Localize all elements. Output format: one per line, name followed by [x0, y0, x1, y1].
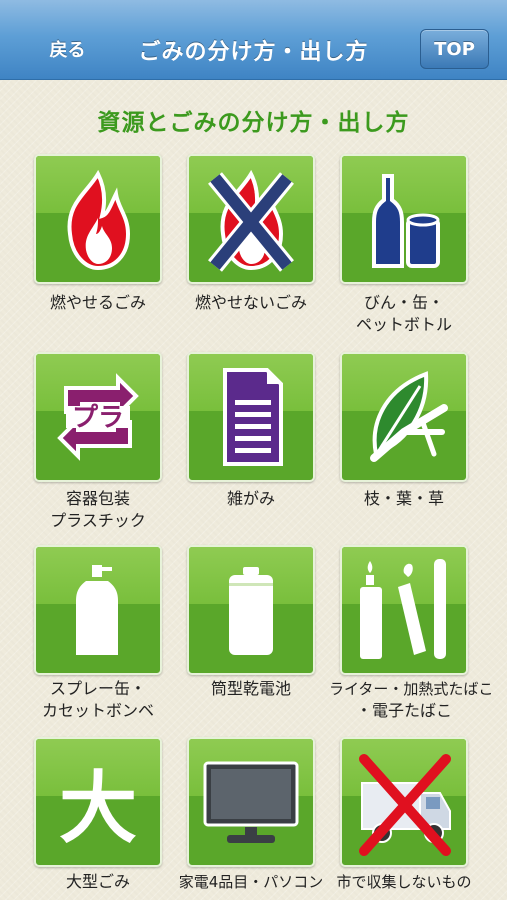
- category-bottles-cans[interactable]: [340, 154, 468, 284]
- category-label-line: 容器包装: [65, 489, 130, 508]
- category-label-line: ライター・加熱式たばこ: [329, 680, 494, 698]
- category-label-line: 大型ごみ: [65, 872, 130, 891]
- section-heading: 資源とごみの分け方・出し方: [97, 110, 410, 136]
- category-label-line: 家電4品目・パソコン: [178, 873, 324, 891]
- category-label: びん・缶・ ペットボトル: [329, 292, 479, 336]
- top-button[interactable]: TOP: [420, 29, 489, 69]
- category-branches-leaves[interactable]: [340, 352, 468, 482]
- category-label: 市で収集しないもの: [329, 871, 479, 893]
- category-label-line: 燃やせるごみ: [49, 293, 146, 312]
- large-waste-icon: 大: [59, 764, 137, 854]
- category-label-line: 雑がみ: [226, 489, 275, 508]
- category-label-line: 市で収集しないもの: [336, 873, 472, 891]
- crossed-truck-icon: [359, 754, 451, 856]
- category-spray-cans[interactable]: [34, 545, 162, 675]
- battery-icon: [229, 567, 273, 655]
- category-label-line: 枝・葉・草: [363, 489, 444, 508]
- category-label: 燃やせるごみ: [23, 292, 173, 314]
- leaf-icon: [370, 371, 448, 462]
- category-label-line: スプレー缶・: [49, 679, 146, 698]
- category-label: 枝・葉・草: [329, 488, 479, 510]
- plastic-icon-text: プラ: [72, 403, 124, 433]
- category-label-line: 筒型乾電池: [210, 679, 291, 698]
- category-label-line: プラスチック: [50, 511, 146, 530]
- category-not-collected[interactable]: [340, 737, 468, 867]
- category-lighters-ecigs[interactable]: [340, 545, 468, 675]
- category-label: 雑がみ: [176, 488, 326, 510]
- category-burnable[interactable]: [34, 154, 162, 284]
- fire-icon: [67, 169, 131, 271]
- category-label-line: 燃やせないごみ: [194, 293, 307, 312]
- category-label: 家電4品目・パソコン: [176, 871, 326, 893]
- category-label: 筒型乾電池: [176, 678, 326, 700]
- category-plastic-packaging[interactable]: プラ: [34, 352, 162, 482]
- category-label: 大型ごみ: [23, 871, 173, 893]
- category-label: 燃やせないごみ: [176, 292, 326, 314]
- tv-icon: [203, 761, 299, 843]
- category-label-line: カセットボンベ: [41, 701, 154, 720]
- navigation-bar: 戻る ごみの分け方・出し方 TOP: [0, 0, 507, 80]
- lighter-ecig-icon: [360, 559, 446, 659]
- large-waste-icon-text: 大: [59, 764, 137, 854]
- paper-icon: [223, 368, 283, 466]
- plastic-recycle-icon: プラ: [57, 373, 139, 461]
- category-mixed-paper[interactable]: [187, 352, 315, 482]
- category-batteries[interactable]: [187, 545, 315, 675]
- category-large-waste[interactable]: 大: [34, 737, 162, 867]
- category-appliances-pc[interactable]: [187, 737, 315, 867]
- category-label: スプレー缶・ カセットボンベ: [23, 678, 173, 722]
- category-label: ライター・加熱式たばこ ・電子たばこ: [329, 678, 494, 722]
- category-label-line: びん・缶・: [363, 293, 444, 312]
- category-label: 容器包装 プラスチック: [23, 488, 173, 532]
- crossed-fire-icon: [208, 169, 294, 272]
- category-non-burnable[interactable]: [187, 154, 315, 284]
- category-label-line: ペットボトル: [355, 315, 452, 334]
- category-label-line: ・電子たばこ: [355, 701, 452, 720]
- bottle-can-icon: [372, 174, 440, 268]
- spray-can-icon: [76, 565, 118, 655]
